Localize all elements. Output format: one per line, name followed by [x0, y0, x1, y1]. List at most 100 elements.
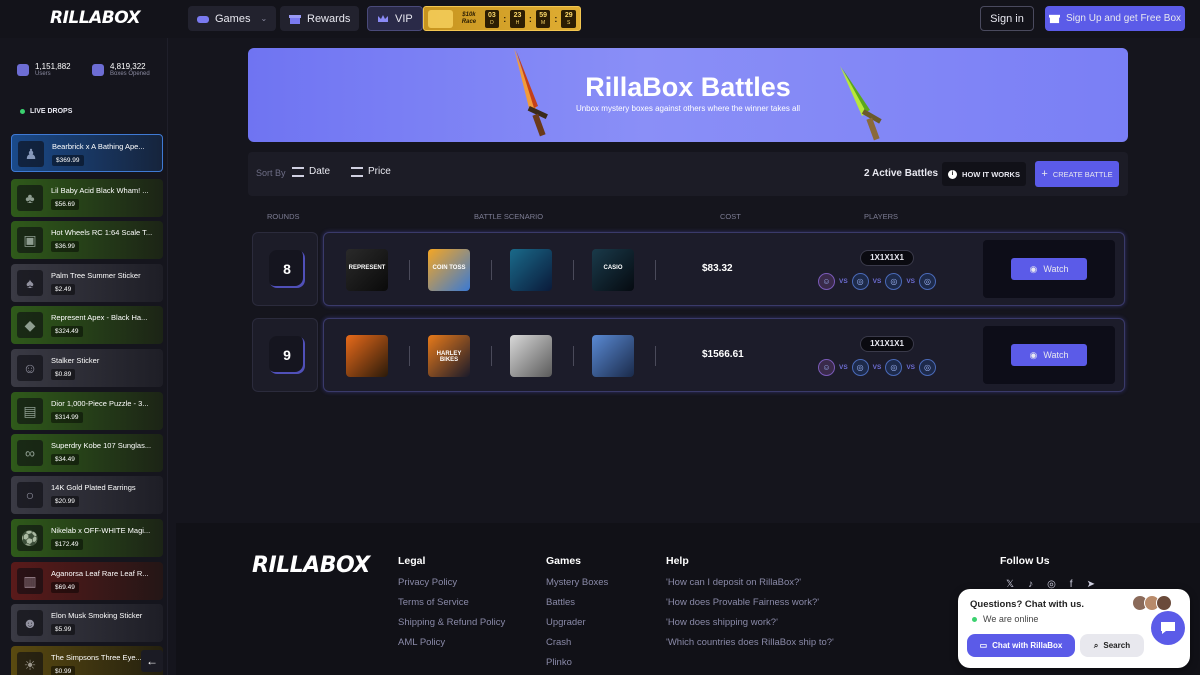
battle-row[interactable]: 8 REPRESENT COIN TOSS CASIO $83.32 1X1X1… [252, 232, 1125, 306]
footer-link[interactable]: Plinko [546, 657, 608, 668]
collapse-sidebar-button[interactable]: ← [141, 650, 163, 672]
footer-link[interactable]: Privacy Policy [398, 577, 505, 588]
drop-price: $0.99 [51, 666, 76, 675]
create-battle-label: CREATE BATTLE [1052, 169, 1113, 179]
footer-link[interactable]: Upgrader [546, 617, 608, 628]
drop-item[interactable]: ☺ Stalker Sticker $0.89 [11, 349, 163, 387]
sort-date-button[interactable]: Date [292, 166, 330, 177]
battles-toolbar: Sort By Date Price 2 Active Battles i HO… [248, 152, 1128, 196]
footer-logo[interactable]: RILLABOX [252, 553, 370, 578]
footer-follow: Follow Us [1000, 555, 1050, 577]
drop-name: Aganorsa Leaf Rare Leaf R... [51, 569, 149, 578]
footer-link[interactable]: Battles [546, 597, 608, 608]
footer-games: Games Mystery Boxes Battles Upgrader Cra… [546, 555, 608, 675]
drop-item[interactable]: ▥ Aganorsa Leaf Rare Leaf R... $69.49 [11, 562, 163, 600]
live-drops-label: LIVE DROPS [30, 108, 73, 115]
footer-link[interactable]: 'How does Provable Fairness work?' [666, 597, 834, 608]
vs-label: VS [839, 364, 848, 371]
sort-price-label: Price [368, 166, 391, 177]
games-dropdown[interactable]: Games ⌄ [188, 6, 277, 31]
watch-button[interactable]: ◉ Watch [1011, 258, 1087, 280]
chat-launcher-button[interactable] [1151, 611, 1185, 645]
create-battle-button[interactable]: + CREATE BATTLE [1035, 161, 1119, 187]
footer-link[interactable]: 'Which countries does RillaBox ship to?' [666, 637, 834, 648]
item-image: ▥ [17, 568, 43, 594]
rounds-cell: 8 [252, 232, 318, 306]
drop-item[interactable]: ○ 14K Gold Plated Earrings $20.99 [11, 476, 163, 514]
battle-mode: 1X1X1X1 [860, 250, 914, 266]
sign-in-button[interactable]: Sign in [980, 6, 1034, 31]
vs-label: VS [906, 364, 916, 371]
sort-date-label: Date [309, 166, 331, 177]
bot-avatar: ◎ [919, 273, 937, 290]
sign-up-label: Sign Up and get Free Box [1065, 13, 1182, 24]
footer-link[interactable]: 'How does shipping work?' [666, 617, 834, 628]
footer-link[interactable]: AML Policy [398, 637, 505, 648]
drop-name: Superdry Kobe 107 Sunglas... [51, 441, 152, 450]
rewards-button[interactable]: Rewards [280, 6, 360, 31]
column-rounds: ROUNDS [267, 212, 300, 221]
boxes-count: 4,819,322 [110, 62, 146, 71]
drop-price: $36.99 [51, 241, 79, 252]
vs-label: VS [906, 278, 916, 285]
vip-button[interactable]: VIP [367, 6, 423, 31]
race-amount: $10k [462, 11, 476, 18]
plus-icon: + [1041, 168, 1048, 180]
battle-scenario: HARLEY BIKES $1566.61 1X1X1X1 ☺ VS ◎ VS ◎ V… [323, 318, 1125, 392]
footer-link[interactable]: Shipping & Refund Policy [398, 617, 505, 628]
watch-panel: ◉ Watch [983, 326, 1115, 384]
logo[interactable]: RILLABOX [50, 8, 141, 28]
drop-item[interactable]: ♣ Lil Baby Acid Black Wham! ... $56.69 [11, 179, 163, 217]
how-it-works-button[interactable]: i HOW IT WORKS [942, 162, 1026, 186]
top-header: RILLABOX Games ⌄ Rewards VIP $10k Race 0… [0, 0, 1200, 38]
avatar: ☺ [818, 359, 835, 376]
item-image: ∞ [17, 440, 43, 466]
online-dot-icon [972, 616, 977, 622]
drop-item[interactable]: ∞ Superdry Kobe 107 Sunglas... $34.49 [11, 434, 163, 472]
chat-search-label: Search [1103, 641, 1131, 650]
mystery-box [592, 335, 634, 377]
drop-item[interactable]: ⚽ Nikelab x OFF-WHITE Magi... $172.49 [11, 519, 163, 557]
sign-up-button[interactable]: Sign Up and get Free Box [1045, 6, 1185, 31]
drop-price: $172.49 [51, 539, 83, 550]
footer-heading: Games [546, 555, 582, 567]
trophy-icon [428, 9, 454, 28]
watch-label: Watch [1043, 264, 1069, 274]
chat-with-button[interactable]: ▭ Chat with RillaBox [967, 634, 1075, 657]
chat-question: Questions? Chat with us. [970, 599, 1085, 610]
sort-by-label: Sort By [256, 168, 286, 178]
drop-item[interactable]: ▤ Dior 1,000-Piece Puzzle - 3... $314.99 [11, 392, 163, 430]
watch-label: Watch [1043, 350, 1069, 360]
gift-icon [289, 14, 301, 24]
banner-subtitle: Unbox mystery boxes against others where… [575, 104, 801, 113]
footer-link[interactable]: Crash [546, 637, 608, 648]
drop-price: $314.99 [51, 412, 83, 423]
drop-item[interactable]: ▣ Hot Wheels RC 1:64 Scale T... $36.99 [11, 221, 163, 259]
live-dot-icon [20, 109, 25, 114]
timer-seconds: 29 S [561, 9, 577, 28]
footer-link[interactable]: 'How can I deposit on RillaBox?' [666, 577, 834, 588]
agent-avatars [1132, 595, 1172, 611]
footer-link[interactable]: Terms of Service [398, 597, 505, 608]
battle-row[interactable]: 9 HARLEY BIKES $1566.61 1X1X1X1 ☺ VS ◎ VS … [252, 318, 1125, 392]
race-timer[interactable]: $10k Race 03 D : 23 H : 59 M : 29 S [423, 6, 581, 31]
drop-price: $56.69 [51, 199, 79, 210]
drop-item[interactable]: ♠ Palm Tree Summer Sticker $2.49 [11, 264, 163, 302]
footer-link[interactable]: Mystery Boxes [546, 577, 608, 588]
drop-item[interactable]: ☻ Elon Musk Smoking Sticker $5.99 [11, 604, 163, 642]
column-players: PLAYERS [864, 212, 899, 221]
boxes-label: Boxes Opened [110, 71, 150, 77]
drop-price: $69.49 [51, 582, 79, 593]
chat-search-button[interactable]: ⌕ Search [1080, 634, 1144, 657]
sort-price-button[interactable]: Price [351, 166, 391, 177]
avatar [1156, 595, 1172, 611]
mystery-box [510, 335, 552, 377]
drop-item[interactable]: ♟ Bearbrick x A Bathing Ape... $369.99 [11, 134, 163, 172]
avatar: ☺ [818, 273, 835, 290]
users-stat: 1,151,882 Users [17, 62, 71, 77]
sidebar: 1,151,882 Users 4,819,322 Boxes Opened L… [0, 38, 168, 675]
drop-name: Palm Tree Summer Sticker [51, 271, 141, 280]
watch-button[interactable]: ◉ Watch [1011, 344, 1087, 366]
column-scenario: BATTLE SCENARIO [474, 212, 544, 221]
drop-item[interactable]: ◆ Represent Apex - Black Ha... $324.49 [11, 306, 163, 344]
